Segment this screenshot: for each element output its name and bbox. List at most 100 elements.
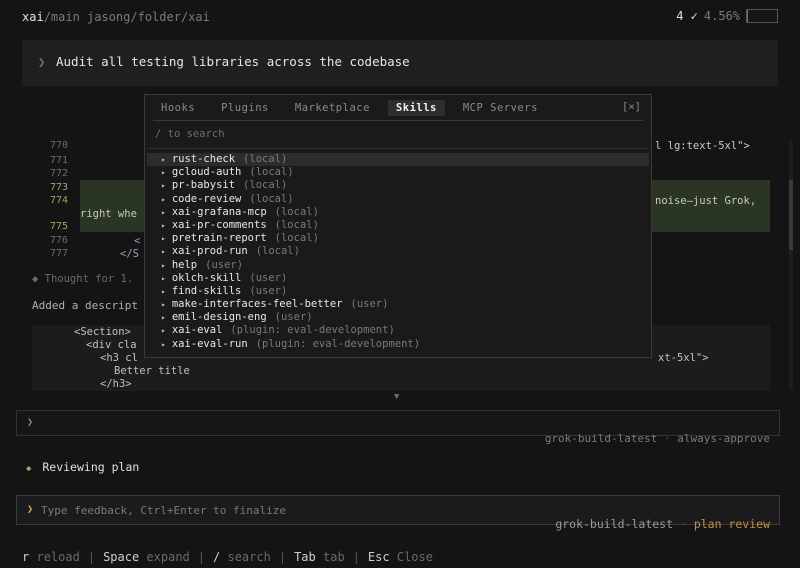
approval-mode: always-approve xyxy=(677,432,770,445)
triangle-right-icon: ▸ xyxy=(161,234,166,244)
triangle-right-icon: ▸ xyxy=(161,181,166,191)
user-prompt: ❯ Audit all testing libraries across the… xyxy=(22,40,778,86)
skill-scope: (user) xyxy=(205,258,244,271)
skill-item[interactable]: ▸ gcloud-auth (local) xyxy=(147,166,649,179)
skill-item[interactable]: ▸ emil-design-eng (user) xyxy=(147,311,649,324)
skill-item[interactable]: ▸ code-review (local) xyxy=(147,193,649,206)
diff-fragment: xt-5xl"> xyxy=(658,352,709,364)
code-fragment: right whe xyxy=(80,208,137,220)
diff-line: <Section> xyxy=(74,326,131,338)
divider xyxy=(153,120,643,121)
assistant-message: Added a descript xyxy=(32,299,138,312)
skill-name: xai-prod-run xyxy=(171,245,248,258)
tab-marketplace[interactable]: Marketplace xyxy=(287,100,378,116)
tab-plugins[interactable]: Plugins xyxy=(213,100,277,116)
skill-scope: (local) xyxy=(274,218,319,231)
line-number: 774 xyxy=(49,195,68,206)
skill-item[interactable]: ▸ find-skills (user) xyxy=(147,285,649,298)
check-count: 4 ✓ xyxy=(676,9,698,23)
skill-item[interactable]: ▸ oklch-skill (user) xyxy=(147,272,649,285)
footer-separator: | xyxy=(352,550,360,564)
status-separator: · xyxy=(679,517,687,531)
skill-scope: (local) xyxy=(255,245,300,258)
tab-hooks[interactable]: Hooks xyxy=(153,100,203,116)
diff-line: <div cla xyxy=(86,339,137,351)
skills-list: ▸ rust-check (local) ▸ gcloud-auth (local) ▸ pr… xyxy=(147,153,649,351)
context-usage-fill xyxy=(747,10,749,22)
model-name: grok-build-latest xyxy=(555,517,674,531)
shortcut-tab[interactable]: Tab tab xyxy=(294,550,345,564)
skill-item[interactable]: ▸ rust-check (local) xyxy=(147,153,649,167)
skill-item[interactable]: ▸ xai-pr-comments (local) xyxy=(147,219,649,232)
skill-scope: (plugin: eval-development) xyxy=(255,337,421,350)
code-fragment: < xyxy=(134,235,141,247)
code-fragment: noise—just Grok, xyxy=(655,195,757,207)
line-number: 770 xyxy=(49,140,68,151)
skill-name: xai-pr-comments xyxy=(171,218,267,231)
reviewing-text: Reviewing plan xyxy=(42,460,140,474)
search-input[interactable]: / to search xyxy=(155,128,225,140)
skill-item[interactable]: ▸ help (user) xyxy=(147,259,649,272)
skill-scope: (local) xyxy=(243,179,288,192)
skill-name: pretrain-report xyxy=(171,232,267,245)
skill-name: xai-eval-run xyxy=(171,337,248,350)
context-percent: 4.56% xyxy=(703,9,740,23)
line-number: 776 xyxy=(49,235,68,246)
plan-review-mode: plan review xyxy=(693,517,770,531)
triangle-right-icon: ▸ xyxy=(161,326,166,336)
footer-separator: | xyxy=(197,550,206,564)
context-status: 4 ✓ 4.56% xyxy=(676,9,778,23)
skill-item[interactable]: ▸ xai-eval (plugin: eval-development) xyxy=(147,324,649,337)
top-header: xai/main jasong/folder/xai 4 ✓ 4.56% xyxy=(22,9,778,28)
line-number: 775 xyxy=(49,221,68,232)
skill-scope: (local) xyxy=(274,232,319,245)
skill-item[interactable]: ▸ xai-grafana-mcp (local) xyxy=(147,206,649,219)
skill-item[interactable]: ▸ make-interfaces-feel-better (user) xyxy=(147,298,649,311)
prompt-text: Audit all testing libraries across the c… xyxy=(56,54,410,69)
shortcut-close[interactable]: Esc Close xyxy=(368,550,433,564)
status-separator: · xyxy=(664,432,671,445)
triangle-right-icon: ▸ xyxy=(161,194,166,204)
skill-item[interactable]: ▸ xai-eval-run (plugin: eval-development) xyxy=(147,338,649,351)
feedback-chevron-icon: ❯ xyxy=(27,504,34,515)
close-button[interactable]: [×] xyxy=(622,101,641,113)
skill-scope: (user) xyxy=(350,298,389,311)
extensions-modal: Hooks Plugins Marketplace Skills MCP Ser… xyxy=(144,94,652,358)
line-number: 772 xyxy=(49,168,68,179)
skill-name: find-skills xyxy=(171,284,242,297)
scrollbar-thumb[interactable] xyxy=(789,180,793,250)
reviewing-plan: ◆ Reviewing plan xyxy=(26,460,139,474)
skill-item[interactable]: ▸ xai-prod-run (local) xyxy=(147,245,649,258)
divider xyxy=(147,148,649,149)
diff-line: </h3> xyxy=(100,378,132,390)
skill-item[interactable]: ▸ pretrain-report (local) xyxy=(147,232,649,245)
skill-name: emil-design-eng xyxy=(171,311,267,324)
tab-mcp-servers[interactable]: MCP Servers xyxy=(455,100,546,116)
line-number: 771 xyxy=(49,155,68,166)
line-number: 777 xyxy=(49,248,68,259)
triangle-right-icon: ▸ xyxy=(161,220,166,230)
skill-scope: (local) xyxy=(249,166,294,179)
triangle-right-icon: ▸ xyxy=(161,247,166,257)
diff-line: <h3 cl xyxy=(100,352,138,364)
skill-name: xai-eval xyxy=(171,324,223,337)
skill-name: pr-babysit xyxy=(171,179,236,192)
skill-name: help xyxy=(171,258,198,271)
triangle-right-icon: ▸ xyxy=(161,260,166,270)
skill-item[interactable]: ▸ pr-babysit (local) xyxy=(147,179,649,192)
prompt-chevron-icon: ❯ xyxy=(38,55,46,69)
skill-name: rust-check xyxy=(171,153,236,165)
skill-name: xai-grafana-mcp xyxy=(171,205,267,218)
branch-name: xai xyxy=(22,10,44,24)
diamond-icon: ◆ xyxy=(26,464,32,474)
skill-scope: (user) xyxy=(249,284,288,297)
shortcut-expand[interactable]: Space expand xyxy=(103,550,190,564)
shortcut-search[interactable]: / search xyxy=(213,550,271,564)
shortcut-reload[interactable]: r reload xyxy=(22,550,80,564)
thought-indicator[interactable]: ◆ Thought for 1. xyxy=(32,273,133,285)
tab-skills[interactable]: Skills xyxy=(387,100,445,116)
scrollbar-track[interactable] xyxy=(789,140,793,390)
collapse-arrow-icon[interactable]: ▼ xyxy=(394,392,399,402)
context-usage-bar xyxy=(746,9,778,23)
skill-scope: (local) xyxy=(274,205,319,218)
